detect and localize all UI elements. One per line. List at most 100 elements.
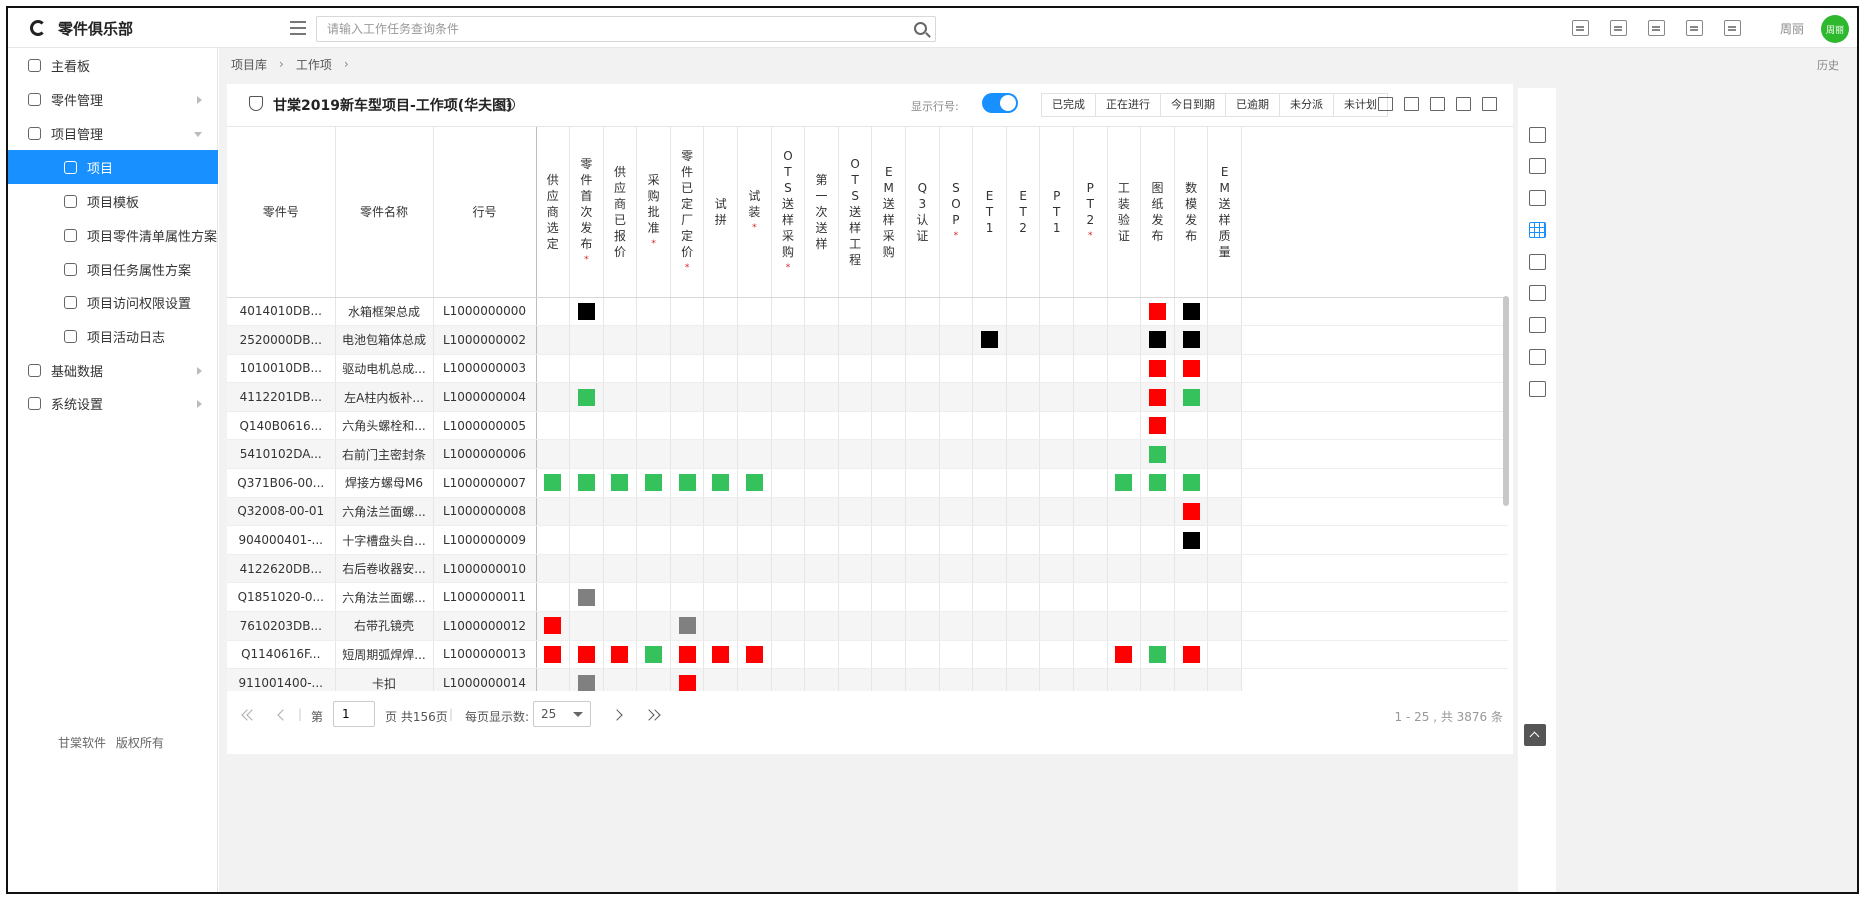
status-mark-done[interactable]: [745, 474, 763, 492]
task-status-cell[interactable]: [1207, 354, 1242, 384]
filter-button-4[interactable]: 未分派: [1280, 94, 1334, 116]
status-mark-overdue[interactable]: [577, 645, 595, 663]
chat-icon[interactable]: [1724, 20, 1741, 36]
task-status-cell[interactable]: [1140, 497, 1175, 527]
task-status-cell[interactable]: [939, 611, 974, 641]
task-status-cell[interactable]: [636, 325, 671, 355]
task-status-cell[interactable]: [536, 411, 571, 441]
task-status-cell[interactable]: [972, 554, 1007, 584]
status-mark-unassigned[interactable]: [1182, 531, 1200, 549]
task-status-cell[interactable]: [939, 325, 974, 355]
task-status-cell[interactable]: [737, 297, 772, 327]
task-status-cell[interactable]: [703, 382, 739, 412]
task-status-cell[interactable]: [1207, 468, 1242, 498]
breadcrumb-item-work-items[interactable]: 工作项: [296, 56, 332, 73]
task-status-cell[interactable]: [939, 582, 974, 613]
task-status-cell[interactable]: [1006, 325, 1041, 355]
task-status-cell[interactable]: [703, 611, 739, 641]
task-status-cell[interactable]: [939, 354, 974, 384]
task-status-cell[interactable]: [838, 468, 873, 498]
status-mark-done[interactable]: [1148, 645, 1166, 663]
task-status-cell[interactable]: [804, 354, 839, 384]
table-row[interactable]: 2520000DB... 电池包箱体总成 L1000000002: [227, 325, 1509, 355]
task-status-cell[interactable]: [1039, 411, 1074, 441]
status-mark-unassigned[interactable]: [577, 302, 595, 320]
sidebar-item-0[interactable]: 主看板: [8, 48, 218, 82]
task-status-cell[interactable]: [905, 411, 940, 441]
task-status-cell[interactable]: [771, 525, 806, 555]
task-status-cell[interactable]: [636, 297, 671, 327]
sidebar-item-9[interactable]: 基础数据: [8, 353, 218, 387]
task-status-cell[interactable]: [838, 297, 873, 327]
task-status-cell[interactable]: [838, 354, 873, 384]
task-status-cell[interactable]: [737, 554, 772, 584]
task-status-cell[interactable]: [1039, 640, 1074, 670]
avatar[interactable]: 周丽: [1821, 15, 1849, 43]
card-view-icon[interactable]: [1404, 97, 1419, 111]
task-status-cell[interactable]: [1207, 525, 1242, 555]
sidebar-item-7[interactable]: 项目访问权限设置: [8, 285, 218, 319]
task-status-cell[interactable]: [1174, 382, 1209, 412]
task-status-cell[interactable]: [939, 468, 974, 498]
task-status-cell[interactable]: [871, 668, 907, 691]
table-row[interactable]: 4014010DB... 水箱框架总成 L1000000000: [227, 297, 1509, 327]
task-status-cell[interactable]: [569, 468, 604, 498]
task-status-cell[interactable]: [838, 668, 873, 691]
task-status-cell[interactable]: [1140, 411, 1175, 441]
task-status-cell[interactable]: [1039, 611, 1074, 641]
task-status-cell[interactable]: [1073, 354, 1108, 384]
task-status-cell[interactable]: [838, 325, 873, 355]
task-status-cell[interactable]: [771, 611, 806, 641]
user-name[interactable]: 周丽: [1780, 20, 1804, 37]
task-status-cell[interactable]: [703, 354, 739, 384]
task-status-cell[interactable]: [603, 297, 638, 327]
status-mark-overdue[interactable]: [1182, 645, 1200, 663]
status-mark-overdue[interactable]: [544, 617, 562, 635]
task-column-header[interactable]: SOP *: [939, 127, 974, 298]
task-status-cell[interactable]: [569, 439, 604, 470]
table-view-icon[interactable]: [1378, 97, 1393, 111]
task-status-cell[interactable]: [1107, 611, 1142, 641]
task-status-cell[interactable]: [1039, 668, 1074, 691]
back-to-top-button[interactable]: [1524, 724, 1546, 746]
cube-icon[interactable]: [1529, 317, 1546, 333]
flag-icon[interactable]: [1529, 285, 1546, 301]
status-mark-overdue[interactable]: [1148, 388, 1166, 406]
task-status-cell[interactable]: [1174, 325, 1209, 355]
task-status-cell[interactable]: [1006, 554, 1041, 584]
task-status-cell[interactable]: [804, 525, 839, 555]
task-status-cell[interactable]: [939, 668, 974, 691]
task-status-cell[interactable]: [905, 297, 940, 327]
task-status-cell[interactable]: [771, 297, 806, 327]
columns-view-icon[interactable]: [1430, 97, 1445, 111]
task-column-header[interactable]: 零件已定厂定价 *: [670, 127, 705, 298]
next-page-icon[interactable]: [611, 709, 623, 721]
task-status-cell[interactable]: [1107, 382, 1142, 412]
task-status-cell[interactable]: [871, 640, 907, 670]
table-row[interactable]: Q371B06-00... 焊接方螺母M6 L1000000007: [227, 468, 1509, 498]
task-status-cell[interactable]: [737, 439, 772, 470]
status-mark-done[interactable]: [712, 474, 730, 492]
task-status-cell[interactable]: [804, 554, 839, 584]
task-status-cell[interactable]: [737, 497, 772, 527]
task-status-cell[interactable]: [569, 554, 604, 584]
task-status-cell[interactable]: [1107, 468, 1142, 498]
vertical-scrollbar[interactable]: [1503, 296, 1509, 506]
task-column-header[interactable]: OTS送样工程: [838, 127, 873, 298]
task-status-cell[interactable]: [1006, 582, 1041, 613]
task-status-cell[interactable]: [804, 497, 839, 527]
status-mark-overdue[interactable]: [712, 645, 730, 663]
task-status-cell[interactable]: [1174, 525, 1209, 555]
sidebar-item-6[interactable]: 项目任务属性方案: [8, 252, 218, 286]
status-mark-done[interactable]: [611, 474, 629, 492]
task-status-cell[interactable]: [670, 582, 705, 613]
task-status-cell[interactable]: [871, 468, 907, 498]
task-status-cell[interactable]: [670, 497, 705, 527]
status-mark-unassigned[interactable]: [981, 331, 999, 349]
task-status-cell[interactable]: [1073, 554, 1108, 584]
task-status-cell[interactable]: [1140, 554, 1175, 584]
task-status-cell[interactable]: [804, 325, 839, 355]
task-status-cell[interactable]: [1006, 382, 1041, 412]
table-row[interactable]: Q140B0616... 六角头螺栓和... L1000000005: [227, 411, 1509, 441]
task-column-header[interactable]: EM送样质量: [1207, 127, 1242, 298]
